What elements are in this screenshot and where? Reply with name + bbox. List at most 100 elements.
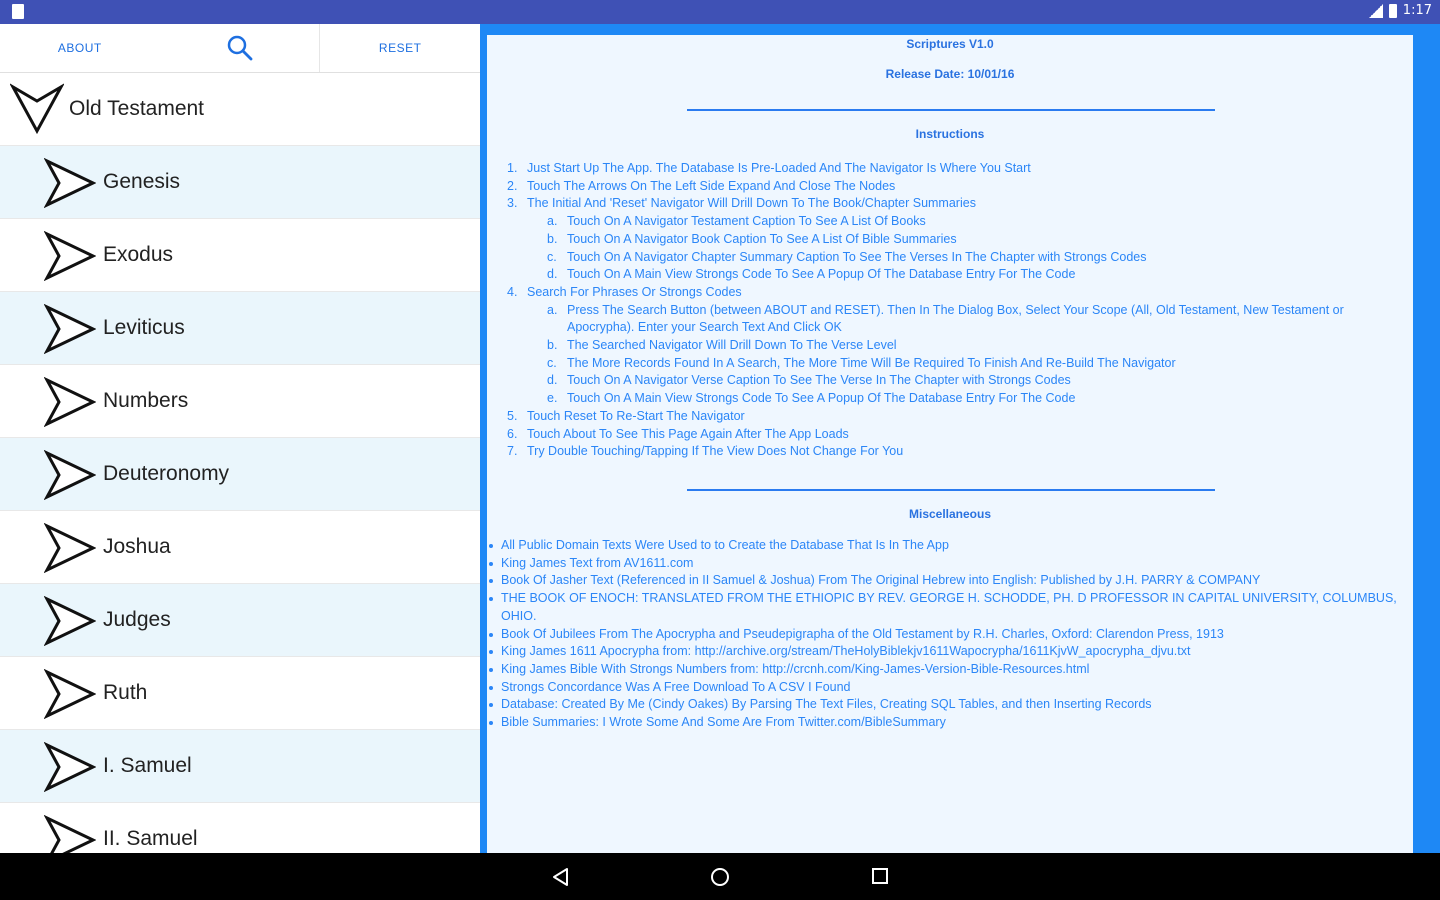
- instruction-subtext: Touch On A Main View Strongs Code To See…: [567, 391, 1076, 406]
- tree-node-label: Exodus: [103, 243, 174, 266]
- navigator-panel: ABOUT RESET Old Testament Genesis Exodus L…: [0, 24, 480, 853]
- tree-node-book[interactable]: Leviticus: [0, 292, 480, 365]
- instruction-subnumber: b.: [547, 338, 558, 353]
- book-list: Genesis Exodus Leviticus Numbers Deuteronomy…: [0, 146, 480, 853]
- tree-node-book[interactable]: Deuteronomy: [0, 438, 480, 511]
- navigator-toolbar: ABOUT RESET: [0, 24, 480, 73]
- misc-list: All Public Domain Texts Were Used to to …: [487, 537, 1397, 732]
- instruction-subtext: Touch On A Navigator Testament Caption T…: [567, 214, 926, 229]
- instruction-subtext: Touch On A Navigator Verse Caption To Se…: [567, 373, 1071, 388]
- tree-node-label: Leviticus: [103, 316, 185, 339]
- instruction-item: 5. Touch Reset To Re-Start The Navigator: [507, 408, 1387, 426]
- instruction-item: 2. Touch The Arrows On The Left Side Expa…: [507, 178, 1387, 196]
- chevron-right-icon[interactable]: [44, 742, 96, 792]
- chevron-right-icon[interactable]: [44, 377, 96, 427]
- instruction-subnumber: a.: [547, 302, 558, 317]
- instruction-subtext: Touch On A Navigator Chapter Summary Cap…: [567, 249, 1147, 264]
- instructions-list: 1. Just Start Up The App. The Database Is…: [507, 160, 1387, 461]
- instruction-item: 3. The Initial And 'Reset' Navigator Will…: [507, 195, 1387, 213]
- instruction-number: 6.: [507, 426, 518, 441]
- instruction-subnumber: c.: [547, 249, 557, 264]
- instruction-subitem: d. Touch On A Navigator Verse Caption To …: [507, 372, 1387, 390]
- tree-node-label: Judges: [103, 608, 171, 631]
- chevron-right-icon[interactable]: [44, 815, 96, 853]
- tree-node-label: Old Testament: [69, 97, 205, 120]
- main-view: Scriptures V1.0 Release Date: 10/01/16 I…: [480, 24, 1440, 853]
- divider: [687, 109, 1215, 111]
- chevron-right-icon[interactable]: [44, 596, 96, 646]
- release-date: Release Date: 10/01/16: [885, 67, 1015, 81]
- chevron-right-icon[interactable]: [44, 669, 96, 719]
- misc-item: All Public Domain Texts Were Used to to …: [487, 537, 1397, 555]
- status-time: 1:17: [1402, 3, 1432, 18]
- tree-node-book[interactable]: Genesis: [0, 146, 480, 219]
- instruction-subnumber: c.: [547, 355, 557, 370]
- instruction-subnumber: d.: [547, 373, 558, 388]
- instruction-subitem: c. The More Records Found In A Search, Th…: [507, 355, 1387, 373]
- tree-node-book[interactable]: Ruth: [0, 657, 480, 730]
- chevron-down-icon[interactable]: [10, 83, 64, 135]
- home-icon[interactable]: [710, 867, 730, 887]
- instruction-item: 1. Just Start Up The App. The Database Is…: [507, 160, 1387, 178]
- misc-item: Database: Created By Me (Cindy Oakes) By…: [487, 696, 1397, 714]
- chevron-right-icon[interactable]: [44, 304, 96, 354]
- instruction-number: 7.: [507, 444, 518, 459]
- misc-item: Strongs Concordance Was A Free Download …: [487, 679, 1397, 697]
- instruction-subtext: Press The Search Button (between ABOUT a…: [567, 302, 1344, 335]
- search-icon: [227, 35, 252, 61]
- misc-item: Book Of Jasher Text (Referenced in II Sa…: [487, 572, 1397, 590]
- instruction-text: The Initial And 'Reset' Navigator Will D…: [527, 196, 976, 211]
- instruction-subitem: d. Touch On A Main View Strongs Code To S…: [507, 266, 1387, 284]
- instruction-item: 6. Touch About To See This Page Again Aft…: [507, 426, 1387, 444]
- tree-node-label: I. Samuel: [103, 754, 192, 777]
- chevron-right-icon[interactable]: [44, 450, 96, 500]
- instruction-subtext: The More Records Found In A Search, The …: [567, 355, 1176, 370]
- back-icon[interactable]: [551, 867, 571, 887]
- instruction-subtext: The Searched Navigator Will Drill Down T…: [567, 338, 897, 353]
- chevron-right-icon[interactable]: [44, 231, 96, 281]
- chevron-right-icon[interactable]: [44, 523, 96, 573]
- instruction-subnumber: b.: [547, 231, 558, 246]
- instruction-subnumber: e.: [547, 391, 558, 406]
- tree-node-book[interactable]: Numbers: [0, 365, 480, 438]
- status-bar: 1:17: [0, 0, 1440, 24]
- instruction-subitem: c. Touch On A Navigator Chapter Summary C…: [507, 249, 1387, 267]
- tree-node-label: Numbers: [103, 389, 189, 412]
- instruction-number: 1.: [507, 161, 518, 175]
- instruction-subnumber: d.: [547, 267, 558, 282]
- recents-icon[interactable]: [871, 867, 889, 885]
- tree-node-book[interactable]: Joshua: [0, 511, 480, 584]
- instructions-heading: Instructions: [915, 127, 985, 141]
- instruction-subitem: a. Touch On A Navigator Testament Caption…: [507, 213, 1387, 231]
- tree-node-old-testament[interactable]: Old Testament: [0, 73, 480, 146]
- tree-node-book[interactable]: Exodus: [0, 219, 480, 292]
- tree-node-book[interactable]: Judges: [0, 584, 480, 657]
- instruction-number: 2.: [507, 178, 518, 193]
- instruction-item: 4. Search For Phrases Or Strongs Codes: [507, 284, 1387, 302]
- tree-node-book[interactable]: I. Samuel: [0, 730, 480, 803]
- app-title: Scriptures V1.0: [906, 37, 994, 51]
- instruction-subitem: a. Press The Search Button (between ABOUT…: [507, 302, 1387, 337]
- reset-button[interactable]: RESET: [320, 24, 480, 72]
- instruction-text: Touch About To See This Page Again After…: [527, 426, 849, 441]
- instruction-number: 3.: [507, 196, 518, 211]
- instruction-text: Touch Reset To Re-Start The Navigator: [527, 408, 745, 423]
- instruction-subtext: Touch On A Main View Strongs Code To See…: [567, 267, 1076, 282]
- misc-item: King James Text from AV1611.com: [487, 555, 1397, 573]
- tree-node-book[interactable]: II. Samuel: [0, 803, 480, 853]
- instruction-number: 5.: [507, 408, 518, 423]
- misc-item: King James Bible With Strongs Numbers fr…: [487, 661, 1397, 679]
- instruction-text: Search For Phrases Or Strongs Codes: [527, 284, 742, 299]
- about-button[interactable]: ABOUT: [0, 24, 160, 72]
- instruction-subitem: e. Touch On A Main View Strongs Code To S…: [507, 390, 1387, 408]
- chevron-right-icon[interactable]: [44, 158, 96, 208]
- search-button[interactable]: [160, 24, 321, 72]
- instruction-subitem: b. Touch On A Navigator Book Caption To S…: [507, 231, 1387, 249]
- instruction-number: 4.: [507, 284, 518, 299]
- instruction-subnumber: a.: [547, 214, 558, 229]
- misc-item: Book Of Jubilees From The Apocrypha and …: [487, 626, 1397, 644]
- misc-item: THE BOOK OF ENOCH: TRANSLATED FROM THE E…: [487, 590, 1397, 625]
- instruction-text: Just Start Up The App. The Database Is P…: [527, 161, 1031, 175]
- tree-node-label: Joshua: [103, 535, 171, 558]
- status-right: 1:17: [1368, 3, 1432, 18]
